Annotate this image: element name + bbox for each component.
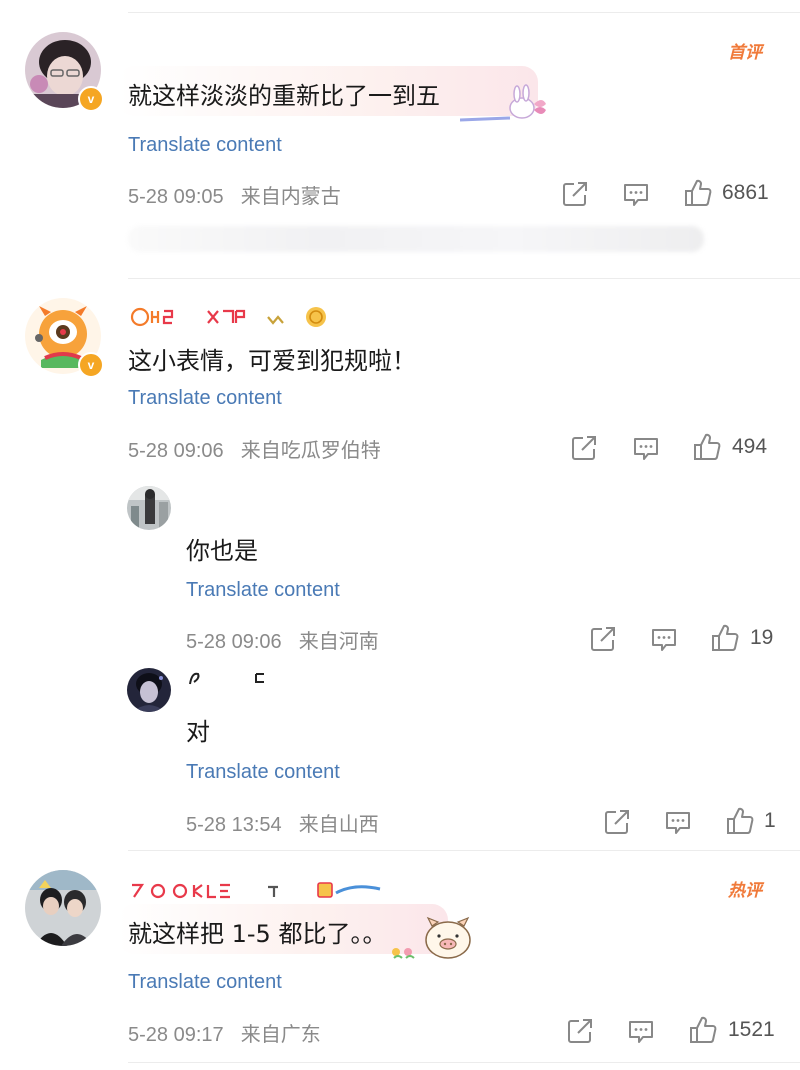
reply-meta: 5-28 13:54 来自山西 [186,808,379,837]
comment-time: 5-28 09:06 [128,440,224,462]
thumbs-up-icon[interactable] [683,178,713,208]
pig-sticker-icon [388,912,474,968]
verified-badge: v [78,352,104,378]
translate-link[interactable]: Translate content [128,134,282,157]
like-count: 494 [732,435,768,458]
reply-text: 对 [186,718,210,746]
blurred-reply-preview [128,226,704,252]
hot-comment-tag: 热评 [728,881,762,901]
comment-icon[interactable] [664,808,692,836]
username-obscured [128,305,338,327]
thumbs-up-icon[interactable] [692,432,722,462]
comment-divider [128,278,800,279]
first-comment-tag: 首评 [728,43,762,63]
reply-time: 5-28 13:54 [186,814,282,836]
reply-time: 5-28 09:06 [186,631,282,653]
translate-link[interactable]: Translate content [128,971,282,994]
comment-meta: 5-28 09:05 来自内蒙古 [128,180,341,209]
top-divider [128,12,800,13]
comment-icon[interactable] [622,180,650,208]
comment-icon[interactable] [632,434,660,462]
comment-divider [128,850,800,851]
comment-location: 来自内蒙古 [240,186,341,208]
comment-time: 5-28 09:17 [128,1024,224,1046]
comment-time: 5-28 09:05 [128,186,224,208]
comment-icon[interactable] [650,625,678,653]
comment-text: 就这样淡淡的重新比了一到五 [128,82,440,110]
thumbs-up-icon[interactable] [725,806,755,836]
like-count: 6861 [722,181,769,204]
comment-meta: 5-28 09:06 来自吃瓜罗伯特 [128,434,381,463]
bunny-sticker-icon [459,84,550,130]
bottom-divider [128,1062,800,1063]
avatar[interactable] [127,668,171,712]
share-icon[interactable] [566,1017,594,1045]
share-icon[interactable] [570,434,598,462]
translate-link[interactable]: Translate content [186,579,340,602]
comment-text: 就这样把 1-5 都比了。。 [128,920,387,948]
like-count: 1521 [728,1018,775,1041]
like-count: 1 [764,809,776,832]
share-icon[interactable] [603,808,631,836]
comment-icon[interactable] [627,1017,655,1045]
comment-location: 来自吃瓜罗伯特 [240,440,381,462]
reply-text: 你也是 [186,537,258,565]
verified-badge: v [78,86,104,112]
comment-meta: 5-28 09:17 来自广东 [128,1018,321,1047]
avatar[interactable] [25,870,101,946]
translate-link[interactable]: Translate content [128,387,282,410]
username-obscured [186,666,276,688]
username-obscured [128,879,388,901]
translate-link[interactable]: Translate content [186,761,340,784]
like-count: 19 [750,626,774,649]
share-icon[interactable] [561,180,589,208]
thumbs-up-icon[interactable] [710,623,740,653]
comment-text: 这小表情，可爱到犯规啦！ [128,347,416,375]
share-icon[interactable] [589,625,617,653]
reply-meta: 5-28 09:06 来自河南 [186,625,379,654]
comment-location: 来自广东 [240,1024,321,1046]
thumbs-up-icon[interactable] [688,1015,718,1045]
avatar[interactable] [127,486,171,530]
reply-location: 来自山西 [298,814,379,836]
reply-location: 来自河南 [298,631,379,653]
